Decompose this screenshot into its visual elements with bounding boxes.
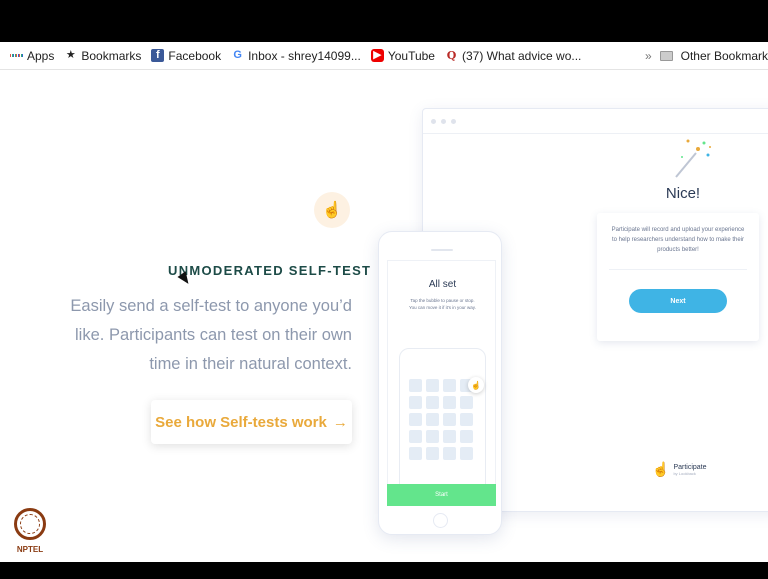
mockup-title: Nice! — [665, 185, 701, 202]
bookmark-youtube[interactable]: ▶ YouTube — [370, 48, 435, 63]
phone-title: All set — [428, 279, 457, 290]
arrow-right-icon: → — [332, 413, 348, 431]
nptel-label: NPTEL — [16, 545, 44, 554]
bookmark-label: YouTube — [387, 48, 435, 63]
phone-description: Tap the bubble to pause or stop. You can… — [409, 298, 476, 310]
hand-icon: ☝ — [652, 461, 670, 477]
nptel-emblem — [14, 508, 46, 540]
screen-frame: Apps ★ Bookmarks f Facebook G Inbox - sh… — [0, 0, 768, 579]
mockup-card: Participate will record and upload your … — [597, 213, 759, 341]
top-black-band — [0, 0, 768, 42]
mockup-card-text: Participate will record and upload your … — [611, 227, 745, 253]
magic-wand-icon — [675, 139, 711, 178]
bookmarks-right: » Other Bookmark — [638, 42, 768, 69]
recording-bubble-icon[interactable]: ☝ — [468, 377, 484, 393]
app-icon-grid — [409, 379, 473, 460]
home-button — [433, 513, 448, 528]
feature-heading: UNMODERATED SELF-TEST — [168, 263, 372, 278]
bookmark-label: Bookmarks — [81, 48, 142, 63]
bottom-black-band — [0, 562, 768, 579]
mockup-window-bar — [423, 109, 768, 134]
star-icon: ★ — [65, 49, 76, 61]
bookmark-label: Apps — [27, 48, 55, 63]
bookmark-label: Inbox - shrey14099... — [248, 48, 361, 63]
window-dot-icon — [441, 118, 446, 124]
next-button[interactable]: Next — [629, 289, 727, 313]
apps-grid-icon — [9, 49, 24, 62]
youtube-icon: ▶ — [370, 49, 384, 62]
page-content: ☝ UNMODERATED SELF-TEST Easily send a se… — [0, 70, 768, 562]
window-dot-icon — [451, 118, 456, 124]
bookmark-bookmarks[interactable]: ★ Bookmarks — [64, 49, 141, 63]
self-tests-cta-button[interactable]: See how Self-tests work → — [151, 400, 352, 444]
inner-phone-illustration: ☝ — [399, 348, 486, 505]
bookmark-label: Facebook — [168, 48, 222, 63]
other-bookmarks-button[interactable]: Other Bookmark — [681, 49, 768, 63]
google-icon: G — [233, 49, 242, 61]
bookmarks-bar: Apps ★ Bookmarks f Facebook G Inbox - sh… — [0, 42, 768, 70]
bookmark-quora[interactable]: Q (37) What advice wo... — [445, 48, 582, 63]
phone-mockup: All set Tap the bubble to pause or stop.… — [378, 231, 502, 535]
feature-description: Easily send a self-test to anyone you’d … — [70, 297, 352, 373]
facebook-icon: f — [151, 49, 165, 62]
phone-screen: All set Tap the bubble to pause or stop.… — [387, 260, 496, 506]
bookmark-apps[interactable]: Apps — [9, 48, 55, 63]
nptel-logo: NPTEL — [11, 508, 49, 562]
quora-icon: Q — [446, 49, 457, 62]
bookmark-label: (37) What advice wo... — [461, 48, 582, 63]
divider — [609, 269, 747, 270]
bookmark-inbox[interactable]: G Inbox - shrey14099... — [231, 49, 361, 63]
start-button[interactable]: Start — [387, 484, 496, 506]
bookmarks-overflow-button[interactable]: » — [645, 49, 652, 63]
window-dot-icon — [431, 118, 436, 124]
brand-name: Participate — [673, 463, 707, 471]
hand-icon: ☝ — [314, 192, 350, 228]
cta-label: See how Self-tests work — [155, 413, 327, 431]
brand-sub: by Lookback — [673, 470, 696, 476]
phone-speaker — [431, 249, 453, 251]
participate-logo: ☝ Participate by Lookback — [652, 461, 707, 478]
folder-icon — [659, 51, 673, 61]
bookmark-facebook[interactable]: f Facebook — [151, 49, 221, 63]
